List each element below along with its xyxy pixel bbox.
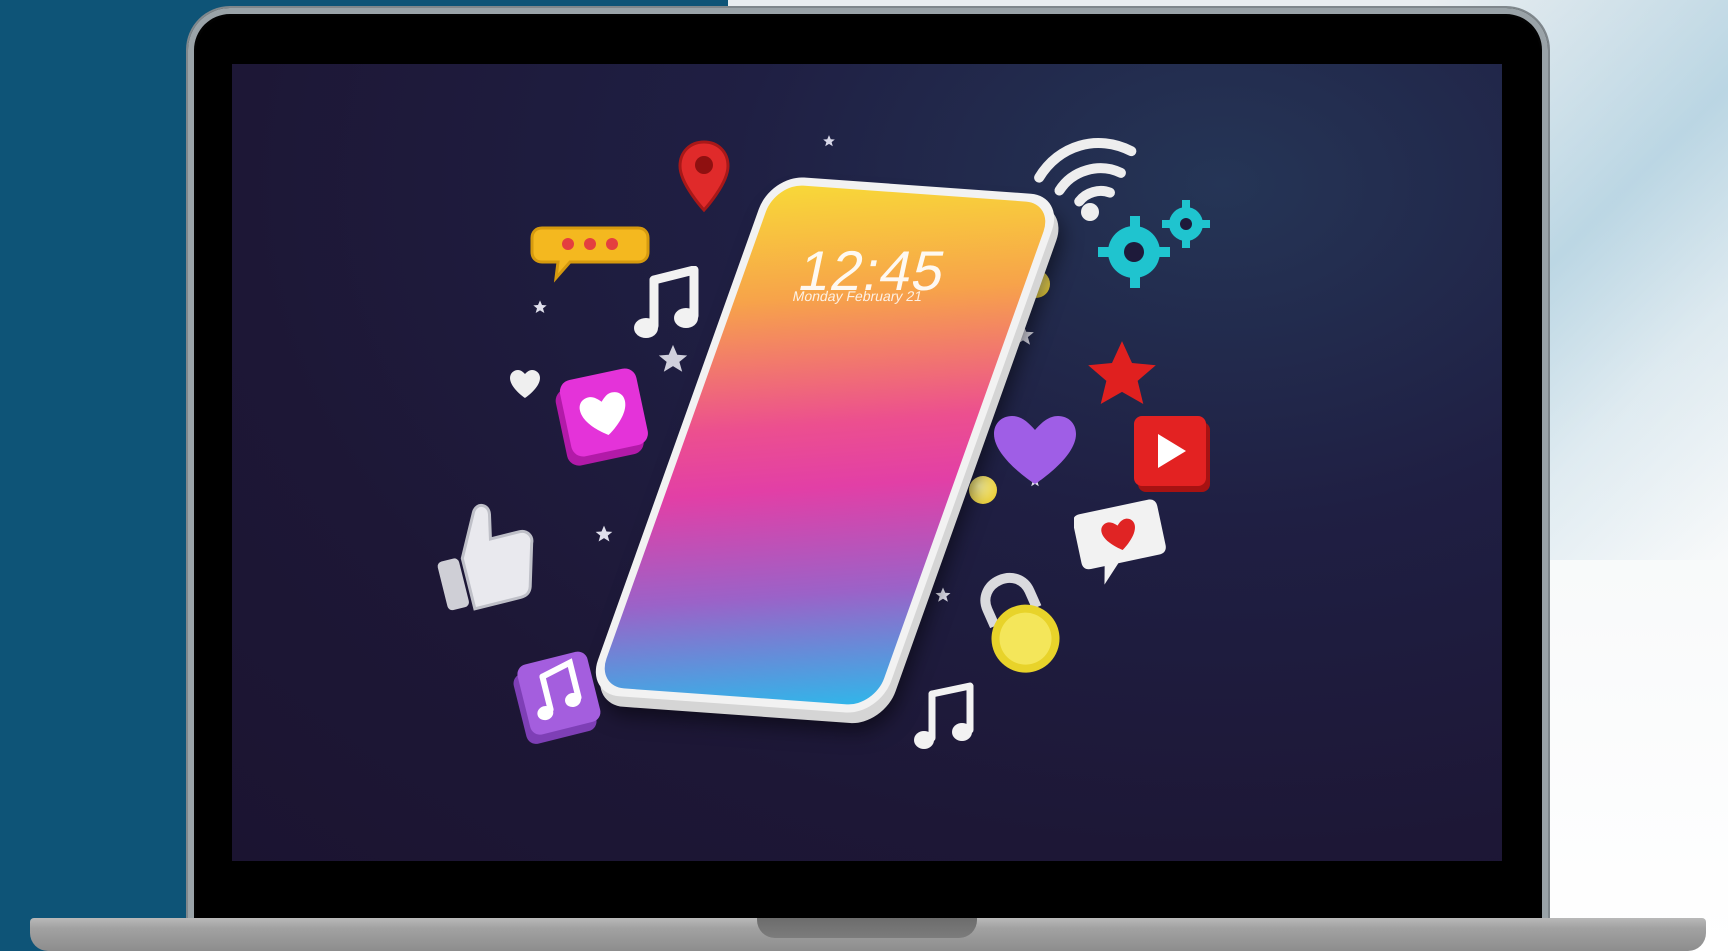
gear-icon	[1098, 200, 1210, 288]
padlock-icon	[980, 572, 1060, 673]
lock-screen-date: Monday February 21	[791, 288, 924, 304]
location-pin-icon	[678, 140, 730, 213]
heart-icon	[510, 370, 540, 398]
laptop-notch	[757, 918, 977, 938]
music-note-icon	[634, 266, 699, 338]
laptop-illustration: 12:45 Monday February 21	[0, 0, 1728, 951]
music-note-icon	[914, 682, 974, 749]
play-button-icon	[1134, 416, 1210, 492]
thumbs-up-icon	[437, 503, 534, 611]
music-box-icon	[513, 651, 601, 744]
heart-icon	[994, 416, 1076, 484]
star-icon	[595, 525, 613, 542]
heart-box-icon	[555, 368, 648, 466]
star-icon	[1088, 341, 1156, 405]
star-icon	[823, 135, 835, 147]
heart-chat-icon	[1074, 499, 1166, 585]
star-icon	[658, 344, 688, 372]
star-icon	[935, 587, 951, 602]
star-icon	[533, 300, 547, 313]
